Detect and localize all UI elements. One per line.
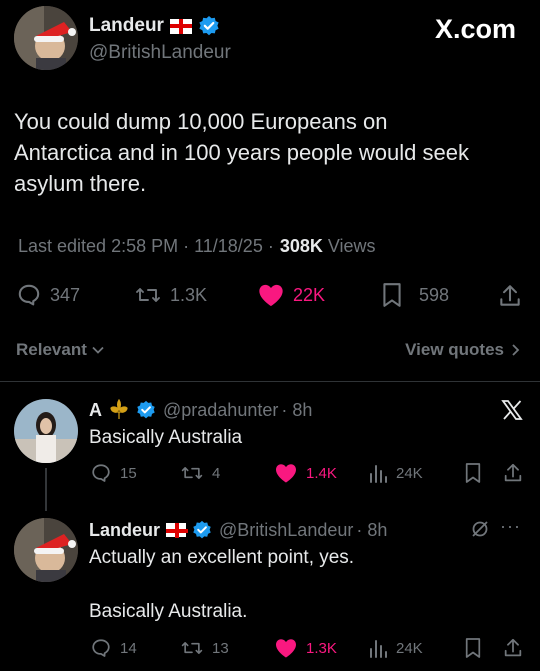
bookmark-icon	[383, 283, 401, 307]
post-text-line-2: Antarctica and in 100 years people would…	[14, 140, 469, 165]
reply2-display-name[interactable]: Landeur	[89, 520, 160, 541]
heart-filled-icon	[276, 464, 296, 483]
reply1-text: Basically Australia	[89, 427, 243, 448]
post-text-line-3: asylum there.	[14, 171, 147, 196]
avatar[interactable]	[14, 399, 78, 463]
fleur-de-lis-icon	[110, 399, 128, 419]
views-button[interactable]: 24K	[368, 462, 423, 484]
repost-icon	[181, 642, 203, 654]
analytics-icon	[370, 465, 387, 483]
repost-count: 1.3K	[170, 284, 208, 305]
grok-icon[interactable]	[470, 519, 490, 539]
reply-button[interactable]: 14	[90, 637, 137, 659]
avatar-image	[14, 518, 78, 582]
sort-relevant-dropdown[interactable]: Relevant	[16, 340, 105, 360]
reply1-handle[interactable]: @pradahunter	[163, 400, 278, 421]
view-quotes-link[interactable]: View quotes	[405, 340, 522, 360]
avatar[interactable]	[14, 518, 78, 582]
edited-timestamp[interactable]: Last edited 2:58 PM · 11/18/25 ·	[18, 236, 274, 257]
sort-relevant-label: Relevant	[16, 340, 87, 359]
reply1-display-name[interactable]: A	[89, 400, 102, 421]
repost-button[interactable]: 13	[180, 637, 229, 659]
handle[interactable]: @BritishLandeur	[89, 42, 231, 64]
heart-filled-icon	[259, 284, 283, 307]
views-button[interactable]: 24K	[368, 637, 423, 659]
reply2-handle[interactable]: @BritishLandeur	[219, 520, 353, 541]
reply-button[interactable]: 347	[16, 282, 80, 308]
share-icon[interactable]	[502, 462, 524, 484]
site-label: X.com	[434, 14, 516, 44]
avatar-image	[14, 6, 78, 70]
repost-count: 4	[212, 464, 221, 482]
like-button[interactable]: 1.3K	[274, 637, 337, 659]
more-options-icon[interactable]: ···	[500, 516, 521, 537]
share-icon[interactable]	[497, 283, 523, 309]
heart-filled-icon	[276, 639, 296, 658]
repost-button[interactable]: 4	[180, 462, 220, 484]
reply2-text-line-1: Actually an excellent point, yes.	[89, 547, 355, 568]
bookmark-icon[interactable]	[464, 637, 482, 659]
analytics-icon	[370, 640, 387, 658]
views-count: 24K	[396, 639, 423, 657]
views-count: 308K	[279, 236, 323, 256]
share-icon[interactable]	[502, 637, 524, 659]
views-label: Views	[327, 236, 376, 256]
verified-badge-icon	[199, 16, 219, 36]
like-button[interactable]: 1.4K	[274, 462, 337, 484]
reply-count: 15	[120, 464, 137, 482]
reply-icon	[18, 284, 40, 306]
england-flag-icon	[169, 18, 192, 34]
display-name[interactable]: Landeur	[89, 15, 164, 37]
like-count: 22K	[293, 284, 326, 305]
reply-button[interactable]: 15	[90, 462, 137, 484]
avatar-image	[14, 399, 78, 463]
post-text-line-1: You could dump 10,000 Europeans on	[14, 109, 388, 134]
thread-line	[45, 468, 47, 511]
repost-count: 13	[212, 639, 229, 657]
reply2-text-line-2: Basically Australia.	[89, 601, 248, 622]
repost-icon	[136, 288, 160, 302]
like-button[interactable]: 22K	[257, 282, 325, 308]
reply-count: 347	[50, 284, 81, 305]
verified-badge-icon	[193, 520, 211, 539]
chevron-right-icon	[512, 344, 520, 356]
reply-icon	[92, 464, 110, 482]
repost-icon	[181, 467, 203, 479]
england-flag-icon	[166, 523, 189, 538]
verified-badge-icon	[137, 400, 155, 419]
like-count: 1.3K	[306, 639, 337, 657]
bookmark-button[interactable]: 598	[381, 282, 449, 308]
view-quotes-label: View quotes	[405, 340, 504, 359]
divider	[0, 381, 540, 382]
post-text: You could dump 10,000 Europeans on Antar…	[14, 106, 529, 199]
views-count: 24K	[396, 464, 423, 482]
bookmark-count: 598	[419, 284, 450, 305]
reply-count: 14	[120, 639, 137, 657]
x-logo-icon	[500, 398, 524, 427]
like-count: 1.4K	[306, 464, 337, 482]
repost-button[interactable]: 1.3K	[134, 282, 207, 308]
reply2-time[interactable]: · 8h	[356, 520, 387, 541]
reply-icon	[92, 639, 110, 657]
avatar[interactable]	[14, 6, 78, 70]
reply1-time[interactable]: · 8h	[281, 400, 312, 421]
chevron-down-icon	[92, 346, 104, 354]
bookmark-icon[interactable]	[464, 462, 482, 484]
